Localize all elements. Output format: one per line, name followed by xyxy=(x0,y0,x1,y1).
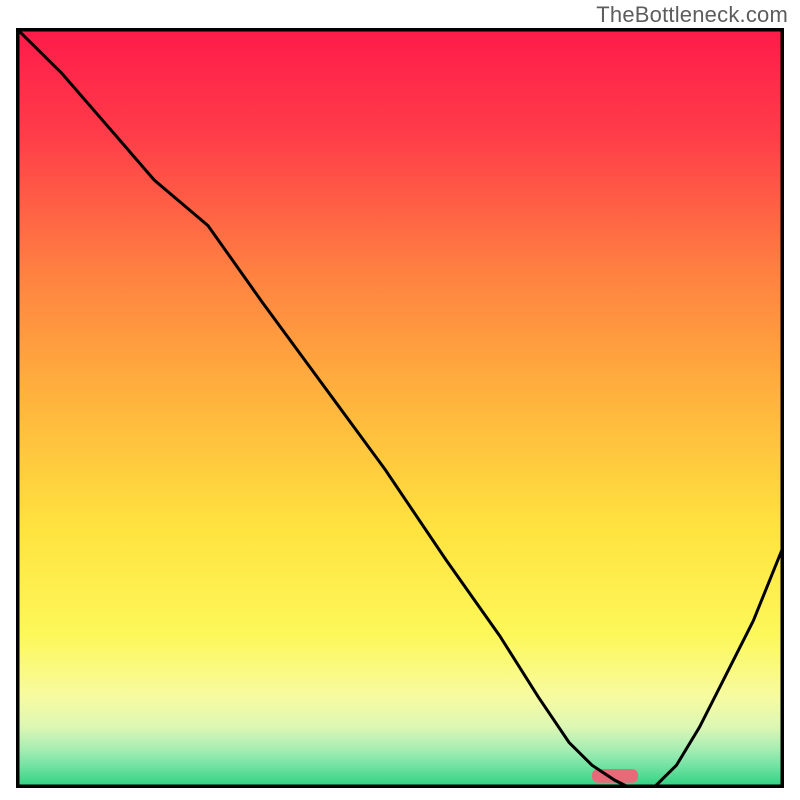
gradient-background xyxy=(16,28,784,788)
watermark-text: TheBottleneck.com xyxy=(596,2,788,28)
bottleneck-chart xyxy=(16,28,784,788)
